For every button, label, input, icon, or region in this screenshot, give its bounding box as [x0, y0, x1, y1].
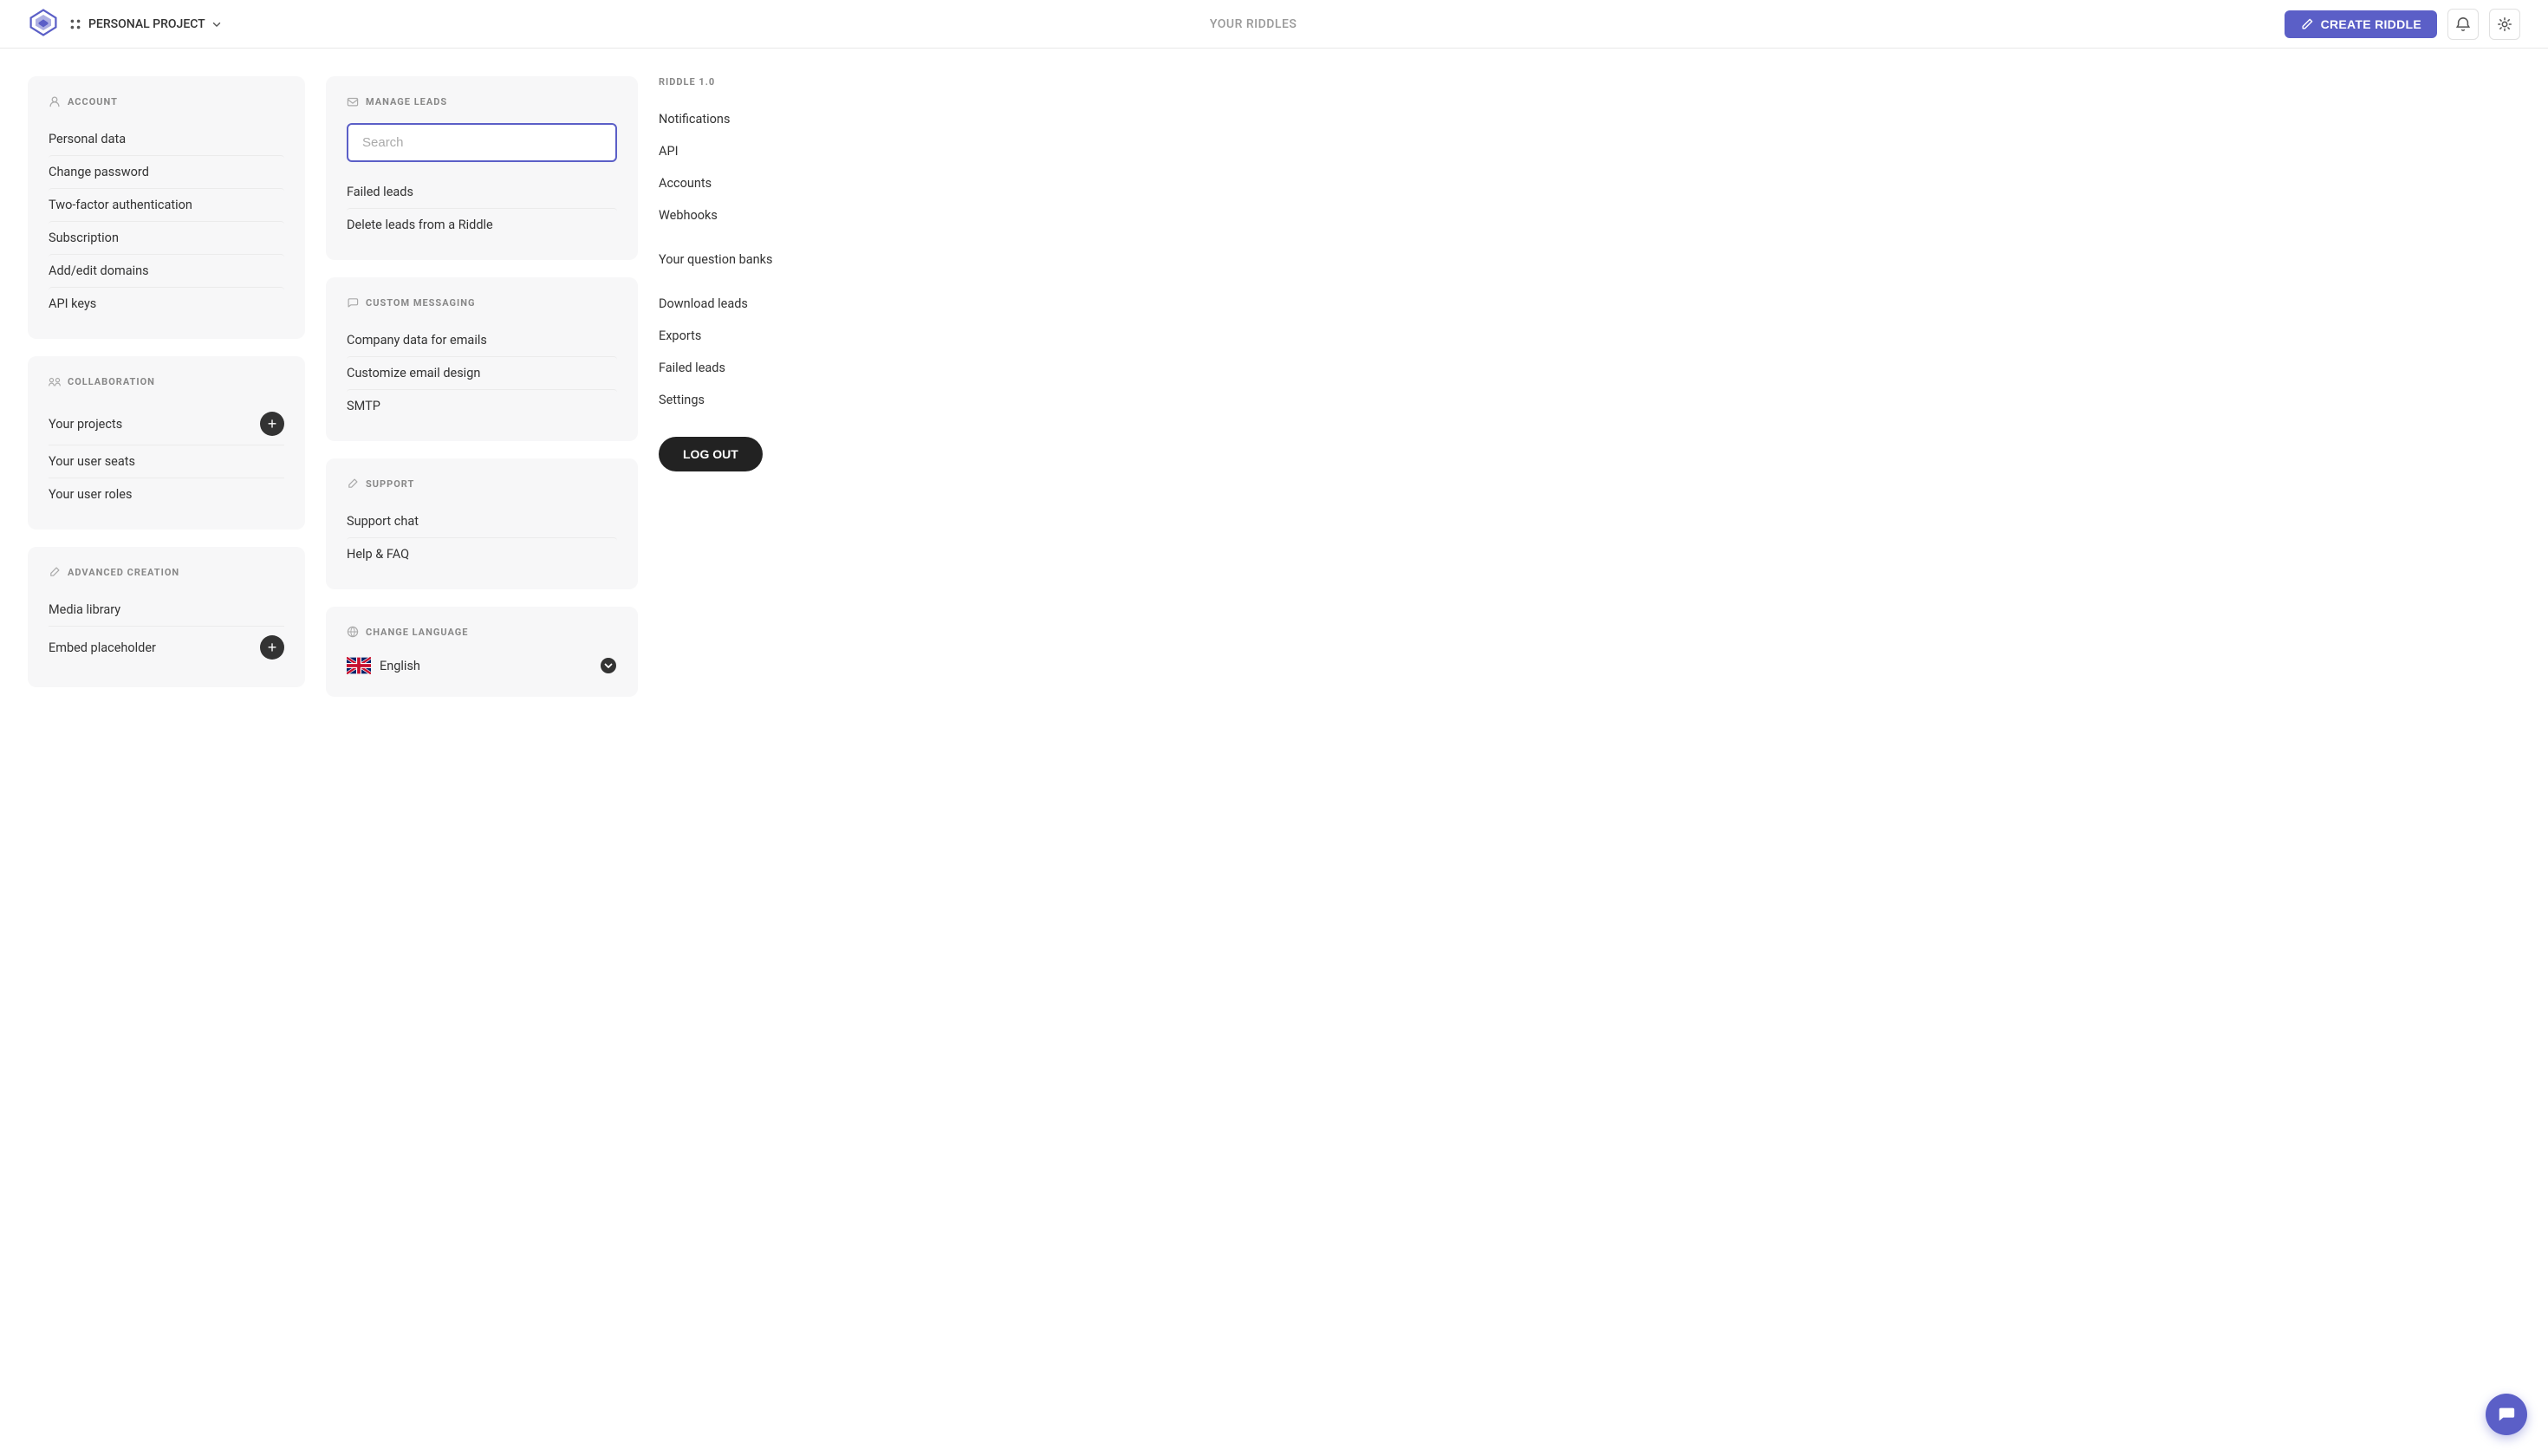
logo: [28, 7, 59, 42]
custom-messaging-section: CUSTOM MESSAGING Company data for emails…: [326, 277, 638, 441]
pencil-icon: [2300, 17, 2314, 31]
chat-bubble-icon: [2497, 1405, 2516, 1424]
account-icon: [49, 95, 61, 107]
support-chat-link[interactable]: Support chat: [347, 505, 617, 537]
globe-icon: [347, 626, 359, 638]
your-projects-label[interactable]: Your projects: [49, 417, 122, 432]
custom-messaging-title: CUSTOM MESSAGING: [347, 296, 617, 309]
center-column: MANAGE LEADS Failed leads Delete leads f…: [326, 76, 638, 714]
settings-button[interactable]: [2489, 9, 2520, 40]
create-riddle-button[interactable]: CREATE RIDDLE: [2285, 10, 2437, 38]
gear-icon: [2497, 16, 2512, 32]
pencil-support-icon: [347, 478, 359, 490]
riddle-section: RIDDLE 1.0 Notifications API Accounts We…: [659, 76, 1186, 471]
change-language-section: CHANGE LANGUAGE English: [326, 607, 638, 697]
advanced-creation-section-title: ADVANCED CREATION: [49, 566, 284, 578]
riddle-api-link[interactable]: API: [659, 135, 1186, 167]
riddle-exports-link[interactable]: Exports: [659, 320, 1186, 352]
subscription-link[interactable]: Subscription: [49, 221, 284, 254]
chat-support-button[interactable]: [2486, 1394, 2527, 1435]
riddle-webhooks-link[interactable]: Webhooks: [659, 199, 1186, 231]
chevron-down-lang-icon: [600, 657, 617, 674]
api-keys-link[interactable]: API keys: [49, 287, 284, 320]
personal-data-link[interactable]: Personal data: [49, 123, 284, 155]
media-library-row: Media library: [49, 594, 284, 626]
riddle-failed-leads-link[interactable]: Failed leads: [659, 352, 1186, 384]
search-wrapper: [347, 123, 617, 162]
add-edit-domains-link[interactable]: Add/edit domains: [49, 254, 284, 287]
account-section-title: ACCOUNT: [49, 95, 284, 107]
riddle-accounts-link[interactable]: Accounts: [659, 167, 1186, 199]
project-selector[interactable]: PERSONAL PROJECT: [68, 16, 223, 32]
riddle-notifications-link[interactable]: Notifications: [659, 103, 1186, 135]
add-embed-button[interactable]: +: [260, 635, 284, 660]
smtp-link[interactable]: SMTP: [347, 389, 617, 422]
add-project-button[interactable]: +: [260, 412, 284, 436]
language-label: English: [380, 659, 420, 673]
riddle-section-title: RIDDLE 1.0: [659, 76, 1186, 88]
your-projects-row: Your projects +: [49, 403, 284, 445]
support-section: SUPPORT Support chat Help & FAQ: [326, 458, 638, 589]
header: PERSONAL PROJECT YOUR RIDDLES CREATE RID…: [0, 0, 2548, 49]
riddle-settings-link[interactable]: Settings: [659, 384, 1186, 416]
support-title: SUPPORT: [347, 478, 617, 490]
project-icon: [68, 16, 83, 32]
language-selector-row[interactable]: English: [347, 653, 617, 678]
media-library-label[interactable]: Media library: [49, 602, 120, 617]
header-left: PERSONAL PROJECT: [28, 7, 223, 42]
two-factor-auth-link[interactable]: Two-factor authentication: [49, 188, 284, 221]
project-name: PERSONAL PROJECT: [88, 17, 205, 31]
company-data-link[interactable]: Company data for emails: [347, 324, 617, 356]
left-column: ACCOUNT Personal data Change password Tw…: [28, 76, 305, 714]
chat-icon: [347, 296, 359, 309]
main-content: ACCOUNT Personal data Change password Tw…: [0, 49, 1213, 742]
nav-center-label: YOUR RIDDLES: [1210, 17, 1297, 31]
embed-placeholder-label[interactable]: Embed placeholder: [49, 640, 156, 655]
your-user-roles-label[interactable]: Your user roles: [49, 487, 132, 502]
logout-button[interactable]: LOG OUT: [659, 437, 763, 471]
your-user-seats-row: Your user seats: [49, 445, 284, 478]
your-user-roles-row: Your user roles: [49, 478, 284, 510]
advanced-creation-section: ADVANCED CREATION Media library Embed pl…: [28, 547, 305, 687]
customize-email-link[interactable]: Customize email design: [347, 356, 617, 389]
envelope-icon: [347, 95, 359, 107]
bell-icon: [2455, 16, 2471, 32]
notifications-button[interactable]: [2447, 9, 2479, 40]
failed-leads-link[interactable]: Failed leads: [347, 176, 617, 208]
your-user-seats-label[interactable]: Your user seats: [49, 454, 135, 469]
search-input[interactable]: [347, 123, 617, 162]
account-section: ACCOUNT Personal data Change password Tw…: [28, 76, 305, 339]
uk-flag-icon: [347, 657, 371, 674]
manage-leads-section: MANAGE LEADS Failed leads Delete leads f…: [326, 76, 638, 260]
collaboration-section: COLLABORATION Your projects + Your user …: [28, 356, 305, 530]
delete-leads-link[interactable]: Delete leads from a Riddle: [347, 208, 617, 241]
help-faq-link[interactable]: Help & FAQ: [347, 537, 617, 570]
header-right: CREATE RIDDLE: [2285, 9, 2520, 40]
pencil-small-icon: [49, 566, 61, 578]
language-left: English: [347, 657, 420, 674]
change-language-title: CHANGE LANGUAGE: [347, 626, 617, 638]
chevron-down-icon: [211, 18, 223, 30]
riddle-download-leads-link[interactable]: Download leads: [659, 288, 1186, 320]
riddle-question-banks-link[interactable]: Your question banks: [659, 244, 1186, 276]
collaboration-section-title: COLLABORATION: [49, 375, 284, 387]
right-column: RIDDLE 1.0 Notifications API Accounts We…: [659, 76, 1186, 714]
manage-leads-title: MANAGE LEADS: [347, 95, 617, 107]
collaboration-icon: [49, 375, 61, 387]
change-password-link[interactable]: Change password: [49, 155, 284, 188]
embed-placeholder-row: Embed placeholder +: [49, 626, 284, 668]
